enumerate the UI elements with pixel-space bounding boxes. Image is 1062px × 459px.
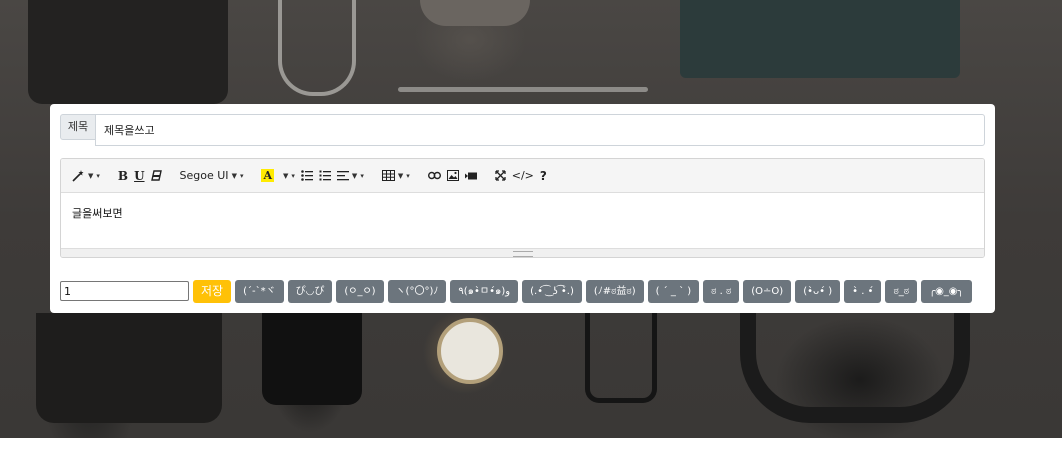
title-input[interactable]: 제목을쓰고 xyxy=(95,114,985,146)
editor-content[interactable]: 글을써보면 xyxy=(61,193,984,248)
emoticon-button[interactable]: •̀ . •́ xyxy=(844,279,882,303)
save-button[interactable]: 저장 xyxy=(193,279,232,303)
chevron-down-icon: ▼ xyxy=(283,171,289,180)
magic-wand-icon xyxy=(72,170,84,182)
emoticon-button[interactable]: (.•́ ͡ ͜ ʖ ͡•̀.) xyxy=(522,279,582,303)
eyeglasses-shape xyxy=(585,313,657,403)
headphones-shape xyxy=(740,313,970,423)
table-icon xyxy=(381,170,395,181)
emoticon-button[interactable]: (´-`*ヾ xyxy=(235,279,284,303)
emoticon-button[interactable]: ぴ◡ぴ xyxy=(287,279,333,303)
paragraph-dropdown[interactable]: ▼ ▾ xyxy=(334,165,367,187)
link-button[interactable] xyxy=(425,165,444,187)
font-name-dropdown[interactable]: Segoe UI ▼ ▾ xyxy=(177,165,247,187)
underline-button[interactable]: U xyxy=(131,165,147,187)
notebook-shape xyxy=(680,0,960,78)
chevron-down-icon: ▼ xyxy=(231,171,237,180)
pen-shape xyxy=(398,87,648,92)
sunglasses-shape xyxy=(278,0,356,96)
help-button[interactable]: ? xyxy=(537,165,550,187)
text-color-button[interactable]: A xyxy=(258,165,277,187)
expand-icon xyxy=(495,170,506,181)
link-icon xyxy=(427,171,441,180)
rich-text-editor: ▼ ▾ B U Segoe UI ▼ ▾ A ▼ ▾ ▼ ▾ ▼ ▾ </> ?… xyxy=(60,158,985,258)
fullscreen-button[interactable] xyxy=(492,165,509,187)
emoticon-button[interactable]: (O∸O) xyxy=(743,279,792,303)
numbered-list-icon xyxy=(319,170,331,181)
table-dropdown[interactable]: ▼ ▾ xyxy=(379,165,413,187)
emoticon-button[interactable]: ヽ(°〇°)ﾉ xyxy=(387,279,447,303)
unordered-list-button[interactable] xyxy=(298,165,316,187)
bold-button[interactable]: B xyxy=(115,165,131,187)
title-label: 제목 xyxy=(60,114,96,140)
emoticon-button[interactable]: ಠ . ಠ xyxy=(703,279,740,303)
emoticon-button[interactable]: (ㅇ_ㅇ) xyxy=(336,279,384,303)
ordered-list-button[interactable] xyxy=(316,165,334,187)
emoticon-button[interactable]: (•̀ᴗ•́ ) xyxy=(795,279,841,303)
color-dropdown[interactable]: ▼ ▾ xyxy=(277,165,298,187)
chevron-down-icon: ▾ xyxy=(360,171,364,180)
emoticon-button[interactable]: ಠ_ಠ xyxy=(885,279,918,303)
code-view-button[interactable]: </> xyxy=(509,165,537,187)
watch-shape xyxy=(437,318,503,384)
align-left-icon xyxy=(336,171,349,181)
chevron-down-icon: ▾ xyxy=(291,171,295,180)
chevron-down-icon: ▾ xyxy=(406,171,410,180)
emoticon-button[interactable]: ( ´ _ ` ) xyxy=(647,279,700,303)
emoticon-button[interactable]: ٩(๑•̀ㅁ•́๑)و xyxy=(450,279,519,303)
bowtie-shape xyxy=(420,0,530,26)
chevron-down-icon: ▼ xyxy=(88,171,94,180)
grip-icon xyxy=(513,251,533,257)
editor-card: 제목 제목을쓰고 ▼ ▾ B U Segoe UI ▼ ▾ A ▼ ▾ ▼ ▾ … xyxy=(50,104,995,313)
video-button[interactable] xyxy=(462,165,480,187)
wallet-shape xyxy=(28,0,228,104)
editor-toolbar: ▼ ▾ B U Segoe UI ▼ ▾ A ▼ ▾ ▼ ▾ ▼ ▾ </> ? xyxy=(61,159,984,193)
chevron-down-icon: ▼ xyxy=(397,171,404,180)
chevron-down-icon: ▾ xyxy=(96,171,100,180)
video-icon xyxy=(464,172,477,179)
phone-shape xyxy=(262,313,362,405)
chevron-down-icon: ▼ xyxy=(351,171,358,180)
phone-case-shape xyxy=(36,313,222,423)
style-dropdown[interactable]: ▼ ▾ xyxy=(69,165,103,187)
action-row: 1 저장 (´-`*ヾ ぴ◡ぴ (ㅇ_ㅇ) ヽ(°〇°)ﾉ ٩(๑•̀ㅁ•́๑)… xyxy=(60,279,972,303)
emoticon-button[interactable]: ╭◉_◉╮ xyxy=(921,279,972,303)
clear-format-button[interactable] xyxy=(148,165,165,187)
chevron-down-icon: ▾ xyxy=(239,171,244,180)
picture-button[interactable] xyxy=(444,165,462,187)
emoticon-button[interactable]: (ﾉ#ಠ益ಠ) xyxy=(585,279,644,303)
editor-resize-handle[interactable] xyxy=(61,248,984,257)
picture-icon xyxy=(446,170,459,181)
font-color-icon: A xyxy=(261,169,275,182)
title-row: 제목 제목을쓰고 xyxy=(60,114,985,148)
bullet-list-icon xyxy=(301,170,313,181)
eraser-icon xyxy=(150,170,162,181)
number-input[interactable]: 1 xyxy=(60,281,189,301)
font-name-label: Segoe UI xyxy=(179,169,229,182)
